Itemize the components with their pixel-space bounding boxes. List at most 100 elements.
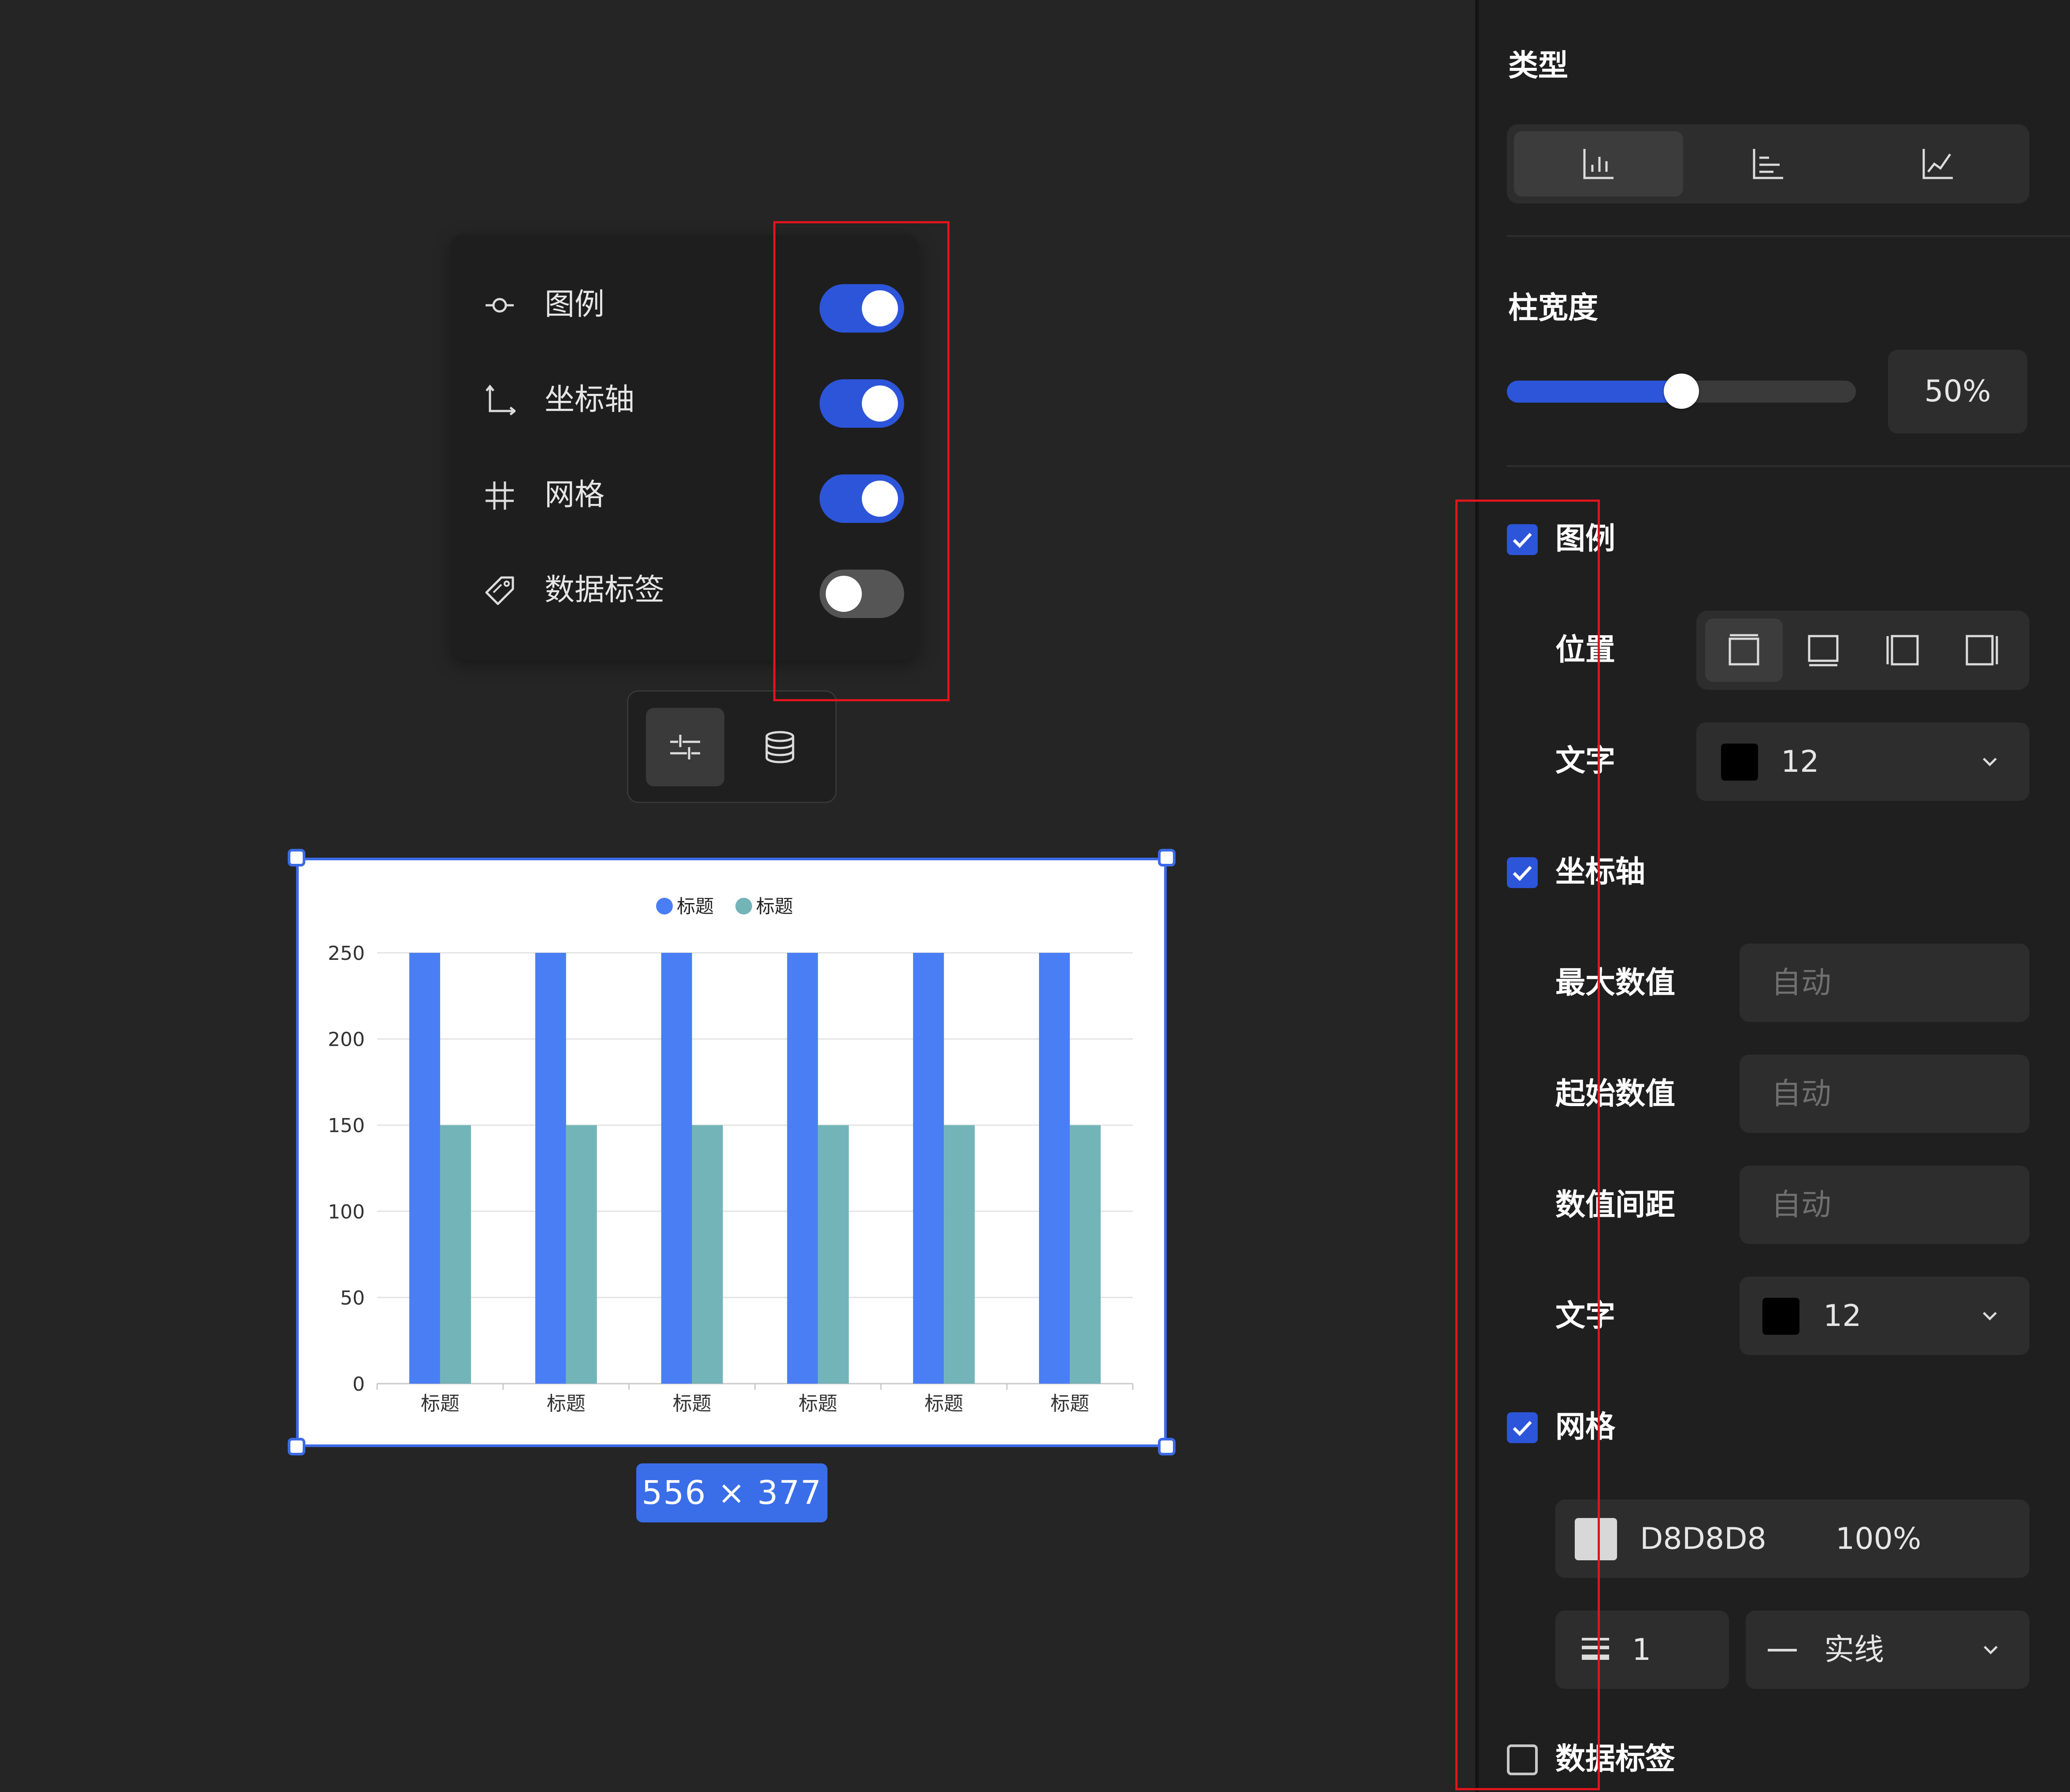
bar-width-value-field[interactable]: 50%	[1888, 350, 2027, 433]
legend-position-right[interactable]	[1943, 618, 2021, 682]
axis-section-title: 坐标轴	[1555, 855, 1646, 889]
legend-position-bottom[interactable]	[1784, 618, 1862, 682]
axis-toggle-switch[interactable]	[820, 379, 904, 428]
axis-checkbox[interactable]	[1507, 857, 1538, 888]
x-tick-label: 标题	[1050, 1392, 1089, 1415]
chevron-down-icon	[1983, 758, 1997, 766]
x-tick-label: 标题	[798, 1392, 837, 1415]
tag-icon	[485, 576, 514, 605]
check-icon	[1513, 866, 1532, 881]
bar-series-2-3	[692, 1125, 723, 1384]
toggle-row-grid[interactable]: 网格	[451, 464, 919, 526]
grid-color-opacity: 100%	[1836, 1522, 1922, 1556]
x-tick-label: 标题	[547, 1392, 586, 1415]
check-icon	[1513, 533, 1532, 548]
axis-start-input[interactable]: 自动	[1740, 1055, 2029, 1133]
axis-max-label: 最大数值	[1555, 966, 1676, 1000]
horizontal-bar-chart-icon	[1753, 149, 1783, 179]
y-tick-label: 150	[328, 1114, 365, 1137]
legend-position-selector	[1696, 611, 2029, 690]
legend-swatch-1	[656, 898, 673, 915]
bar-series-1-4	[787, 953, 818, 1384]
bar-series-2-4	[818, 1125, 849, 1384]
resize-handle-top-left[interactable]	[288, 849, 305, 866]
sliders-icon	[670, 735, 700, 759]
legend-text-color-swatch[interactable]	[1721, 744, 1758, 781]
grid-checkbox[interactable]	[1507, 1412, 1538, 1443]
line-chart-icon	[1922, 149, 1953, 179]
bar-series-1-6	[1039, 953, 1070, 1384]
bar-chart: 050100150200250标题 标题 标题 标题 标题 标题标题 标题	[328, 896, 1134, 1415]
grid-section-title: 网格	[1555, 1410, 1616, 1444]
data-label-toggle-switch[interactable]	[820, 570, 904, 618]
chart-type-selector	[1507, 124, 2029, 204]
switch-knob	[862, 290, 898, 326]
legend-swatch-2	[735, 898, 752, 915]
axis-interval-input[interactable]: 自动	[1740, 1166, 2029, 1244]
legend-checkbox[interactable]	[1507, 524, 1538, 555]
axis-text-label: 文字	[1555, 1299, 1616, 1333]
y-tick-label: 100	[328, 1201, 365, 1223]
grid-color-hex: D8D8D8	[1640, 1522, 1766, 1556]
switch-knob	[862, 481, 898, 517]
toggle-row-data-label[interactable]: 数据标签	[451, 559, 919, 621]
database-icon	[765, 731, 794, 763]
grid-line-style-value: 实线	[1824, 1633, 1885, 1667]
bar-width-value: 50%	[1924, 374, 1991, 409]
axis-text-style-dropdown[interactable]: 12	[1740, 1277, 2029, 1355]
grid-toggle-switch[interactable]	[820, 474, 904, 523]
grid-icon	[486, 481, 514, 510]
grid-color-swatch[interactable]	[1575, 1518, 1617, 1560]
data-source-button[interactable]	[741, 708, 819, 786]
y-tick-label: 50	[340, 1287, 365, 1309]
axis-start-placeholder: 自动	[1771, 1077, 1832, 1111]
grid-line-width-field[interactable]: 1	[1555, 1611, 1729, 1689]
legend-label-1: 标题	[677, 896, 714, 917]
chevron-down-icon	[1984, 1646, 1998, 1655]
legend-top-icon	[1729, 634, 1759, 666]
data-label-checkbox[interactable]	[1507, 1744, 1538, 1775]
y-tick-label: 250	[328, 942, 365, 965]
resize-handle-bottom-left[interactable]	[288, 1438, 305, 1455]
switch-knob	[826, 576, 862, 612]
x-tick-label: 标题	[673, 1392, 712, 1415]
bar-chart-icon	[1583, 149, 1614, 179]
legend-text-size: 12	[1781, 744, 1819, 779]
resize-handle-bottom-right[interactable]	[1158, 1438, 1176, 1455]
bar-width-slider-handle[interactable]	[1664, 374, 1699, 409]
axis-interval-placeholder: 自动	[1771, 1188, 1832, 1222]
toggle-row-legend[interactable]: 图例	[451, 274, 919, 336]
chart-type-line[interactable]	[1853, 131, 2022, 196]
toggle-row-axis[interactable]: 坐标轴	[451, 369, 919, 431]
legend-position-label: 位置	[1555, 633, 1616, 667]
legend-section-title: 图例	[1555, 522, 1616, 556]
x-tick-label: 标题	[924, 1392, 963, 1415]
chart-mini-toolbar	[627, 690, 837, 803]
toggle-label-axis: 坐标轴	[545, 382, 635, 417]
legend-position-top[interactable]	[1705, 618, 1783, 682]
bar-width-section-title: 柱宽度	[1508, 291, 1599, 326]
legend-text-style-dropdown[interactable]: 12	[1696, 722, 2029, 801]
chart-type-bar[interactable]	[1514, 131, 1683, 196]
switch-knob	[862, 385, 898, 422]
axis-icon	[486, 385, 516, 415]
bar-series-2-5	[944, 1125, 975, 1384]
style-settings-button[interactable]	[646, 708, 724, 786]
chart-type-horizontal-bar[interactable]	[1684, 131, 1853, 196]
bar-series-2-6	[1070, 1125, 1101, 1384]
grid-line-style-dropdown[interactable]: 实线	[1746, 1611, 2029, 1689]
grid-color-field[interactable]: D8D8D8 100%	[1555, 1500, 2029, 1578]
axis-max-input[interactable]: 自动	[1740, 944, 2029, 1022]
axis-start-label: 起始数值	[1555, 1077, 1676, 1111]
legend-position-left[interactable]	[1864, 618, 1941, 682]
bar-series-2-2	[566, 1125, 597, 1384]
y-tick-label: 200	[328, 1029, 365, 1051]
axis-text-size: 12	[1823, 1299, 1862, 1333]
data-label-section-title: 数据标签	[1555, 1742, 1676, 1777]
type-section-title: 类型	[1508, 48, 1569, 83]
axis-text-color-swatch[interactable]	[1762, 1298, 1799, 1335]
chart-canvas[interactable]: 0 50 100 150 200 250 标题 标题 标题 标题 标题 标题 标题 标题	[296, 858, 1167, 1447]
legend-toggle-switch[interactable]	[820, 284, 904, 333]
bar-series-1-5	[913, 953, 944, 1384]
resize-handle-top-right[interactable]	[1158, 849, 1176, 866]
